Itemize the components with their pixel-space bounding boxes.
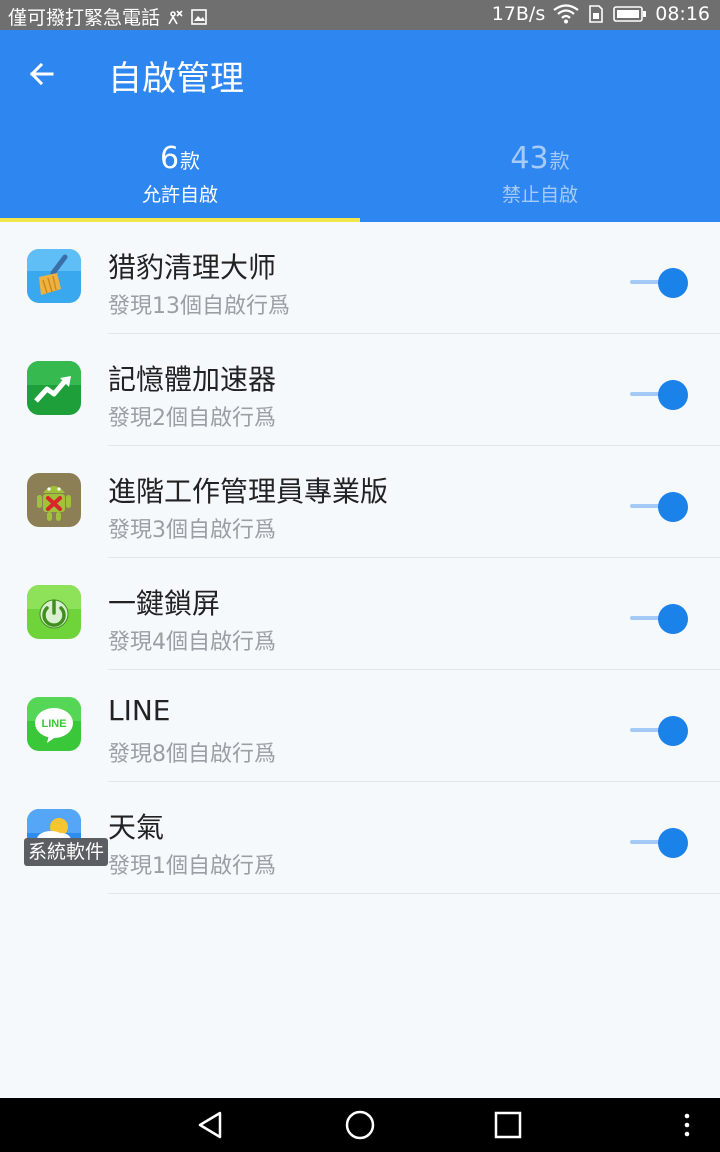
app-detail: 發現4個自啟行爲 [108,630,276,655]
divider [108,893,720,894]
app-name: 天氣 [108,811,165,844]
wifi-icon [553,4,579,24]
battery-icon [613,6,647,22]
toggle-thumb [658,380,688,410]
app-detail: 發現1個自啟行爲 [108,854,276,879]
broom-icon [27,249,81,303]
tab-allowed[interactable]: 6款 允許自啟 [0,118,360,222]
app-name: LINE [108,694,171,727]
tab-blocked-label: 禁止自啟 [501,184,578,206]
tab-blocked-count: 43 [510,141,549,176]
toggle-thumb [658,268,688,298]
app-name: 猎豹清理大师 [108,251,277,284]
app-list: 猎豹清理大师 發現13個自啟行爲 記憶體加速器 發現2個自啟行爲 進階工作管理員… [0,222,720,894]
autostart-toggle[interactable] [628,602,690,636]
tab-allowed-count: 6 [159,141,180,176]
toggle-thumb [658,716,688,746]
status-left: 僅可撥打緊急電話 [8,3,208,30]
toggle-thumb [658,604,688,634]
list-item[interactable]: 一鍵鎖屏 發現4個自啟行爲 [0,558,720,670]
system-app-badge: 系統軟件 [24,838,109,866]
autostart-toggle[interactable] [628,378,690,412]
navigation-bar [0,1098,720,1152]
autostart-toggle[interactable] [628,490,690,524]
tab-blocked[interactable]: 43款 禁止自啟 [360,118,720,222]
autostart-toggle[interactable] [628,826,690,860]
app-detail: 發現3個自啟行爲 [108,518,276,543]
app-bar: 自啟管理 6款 允許自啟 43款 禁止自啟 [0,30,720,222]
app-name: 一鍵鎖屏 [108,587,221,620]
toggle-thumb [658,492,688,522]
sim-card-icon [589,5,604,23]
recents-square-icon[interactable] [488,1105,528,1145]
app-detail: 發現2個自啟行爲 [108,406,276,431]
app-detail: 發現8個自啟行爲 [108,742,276,767]
line-icon-text: LINE [41,718,66,730]
android-robot-icon [27,473,81,527]
autostart-toggle[interactable] [628,266,690,300]
app-name: 進階工作管理員專業版 [108,475,389,508]
tab-allowed-unit: 款 [180,149,201,173]
tab-allowed-label: 允許自啟 [141,184,218,206]
app-name: 記憶體加速器 [108,363,277,396]
toggle-thumb [658,828,688,858]
list-item[interactable]: 進階工作管理員專業版 發現3個自啟行爲 [0,446,720,558]
arrow-left-icon[interactable] [22,54,62,94]
page-title: 自啟管理 [108,59,244,99]
tab-blocked-unit: 款 [549,149,570,173]
power-icon [27,585,81,639]
no-sim-icon [168,9,183,24]
list-item[interactable]: LINE LINE 發現8個自啟行爲 [0,670,720,782]
app-detail: 發現13個自啟行爲 [108,294,290,319]
emergency-calls-text: 僅可撥打緊急電話 [8,7,161,29]
more-dots-icon[interactable] [667,1105,707,1145]
back-triangle-icon[interactable] [190,1105,230,1145]
list-item[interactable]: 天氣 發現1個自啟行爲 [0,782,720,894]
image-icon [191,8,207,25]
list-item[interactable]: 猎豹清理大师 發現13個自啟行爲 [0,222,720,334]
list-item[interactable]: 記憶體加速器 發現2個自啟行爲 [0,334,720,446]
status-right: 17B/s 08:16 [492,3,710,25]
home-circle-icon[interactable] [340,1105,380,1145]
line-icon: LINE [27,697,81,751]
chart-up-icon [27,361,81,415]
network-speed: 17B/s [491,3,546,25]
autostart-toggle[interactable] [628,714,690,748]
clock: 08:16 [655,3,710,25]
status-bar: 僅可撥打緊急電話 17B/s 08:16 [0,0,720,30]
